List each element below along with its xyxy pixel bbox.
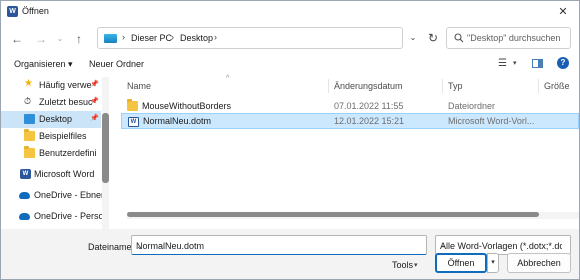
cancel-button[interactable]: Abbrechen xyxy=(507,253,571,273)
nav-item-label: Microsoft Word xyxy=(34,169,95,179)
column-divider[interactable] xyxy=(442,79,443,93)
column-divider[interactable] xyxy=(328,79,329,93)
nav-scrollbar-thumb[interactable] xyxy=(102,113,109,183)
file-list: ^ Name Änderungsdatum Typ Größe MouseWit… xyxy=(113,75,579,229)
organize-button[interactable]: Organisieren ▾ xyxy=(14,59,73,70)
search-box[interactable]: "Desktop" durchsuchen xyxy=(446,27,571,49)
nav-item-label: Desktop xyxy=(39,114,73,124)
recent-locations-button[interactable]: ⌄ xyxy=(52,31,68,47)
search-icon xyxy=(454,33,464,43)
file-type: Dateiordner xyxy=(448,101,496,111)
file-date: 12.01.2022 15:21 xyxy=(334,116,405,126)
chevron-right-icon[interactable]: › xyxy=(214,32,217,42)
horizontal-scrollbar-thumb[interactable] xyxy=(127,212,539,217)
file-type: Microsoft Word-Vorl... xyxy=(448,116,535,126)
nav-item-label: Benutzerdefini xyxy=(39,148,97,158)
nav-item-label: Häufig verwe xyxy=(39,80,92,90)
view-options-icon[interactable]: ☰ xyxy=(498,58,507,69)
breadcrumb-desktop[interactable]: Desktop xyxy=(180,33,213,43)
file-row-mousewithoutborders[interactable]: MouseWithoutBorders 07.01.2022 11:55 Dat… xyxy=(121,98,579,114)
sort-caret-icon: ^ xyxy=(226,75,230,82)
column-header-type[interactable]: Typ xyxy=(448,81,463,91)
address-bar[interactable]: › Dieser PC › Desktop › xyxy=(97,27,403,49)
word-icon: W xyxy=(7,6,18,17)
forward-button[interactable]: → xyxy=(33,31,49,47)
breadcrumb-this-pc[interactable]: Dieser PC xyxy=(131,33,172,43)
new-folder-button[interactable]: Neuer Ordner xyxy=(89,59,144,69)
nav-item-quick-access[interactable]: ★ Häufig verwe 📌 xyxy=(1,77,101,94)
nav-item-onedrive-ebner[interactable]: OneDrive - Ebner xyxy=(1,187,105,204)
file-name: MouseWithoutBorders xyxy=(142,101,232,111)
open-options-button[interactable]: ▾ xyxy=(487,253,499,273)
tools-button[interactable]: Tools xyxy=(392,260,413,270)
nav-item-beispielfiles[interactable]: Beispielfiles xyxy=(1,128,101,145)
open-dialog: W Öffnen ✕ ← → ⌄ ↑ › Dieser PC › Desktop… xyxy=(0,0,580,280)
nav-item-label: Beispielfiles xyxy=(39,131,87,141)
nav-item-custom[interactable]: Benutzerdefini xyxy=(1,145,101,162)
column-header-size[interactable]: Größe xyxy=(544,81,570,91)
nav-item-microsoft-word[interactable]: W Microsoft Word xyxy=(1,166,101,183)
navigation-pane: ★ Häufig verwe 📌 ⏱ Zuletzt besuc 📌 Deskt… xyxy=(1,77,111,229)
up-button[interactable]: ↑ xyxy=(71,31,87,47)
column-header-date[interactable]: Änderungsdatum xyxy=(334,81,403,91)
nav-item-label: OneDrive - Ebner xyxy=(34,190,105,200)
address-dropdown-button[interactable]: ⌄ xyxy=(404,27,422,49)
star-icon: ★ xyxy=(24,78,33,89)
filename-field[interactable]: NormalNeu.dotm ⌄ xyxy=(131,235,427,255)
pin-icon: 📌 xyxy=(90,81,99,88)
desktop-icon xyxy=(24,114,35,124)
nav-item-label: Zuletzt besuc xyxy=(39,97,93,107)
open-button[interactable]: Öffnen xyxy=(435,253,487,273)
column-divider[interactable] xyxy=(538,79,539,93)
refresh-button[interactable]: ↻ xyxy=(424,27,442,49)
pc-icon xyxy=(104,34,117,43)
filename-label: Dateiname: xyxy=(88,242,135,252)
file-type-filter[interactable]: Alle Word-Vorlagen (*.dotx;*.do ⌄ xyxy=(435,235,571,255)
word-template-icon xyxy=(128,117,139,127)
close-button[interactable]: ✕ xyxy=(555,4,571,20)
pin-icon: 📌 xyxy=(90,98,99,105)
pin-icon: 📌 xyxy=(90,115,99,122)
window-title: Öffnen xyxy=(22,6,49,16)
file-date: 07.01.2022 11:55 xyxy=(334,101,404,111)
chevron-down-icon[interactable]: ▾ xyxy=(414,261,418,269)
search-placeholder: "Desktop" durchsuchen xyxy=(467,33,561,43)
title-bar: W Öffnen ✕ xyxy=(1,1,579,23)
word-icon: W xyxy=(20,169,31,179)
cloud-icon xyxy=(19,192,30,199)
nav-item-desktop[interactable]: Desktop 📌 xyxy=(1,111,101,128)
nav-item-recent[interactable]: ⏱ Zuletzt besuc 📌 xyxy=(1,94,101,111)
chevron-right-icon[interactable]: › xyxy=(171,32,174,42)
command-bar: Organisieren ▾ Neuer Ordner ☰ ▾ ? xyxy=(1,56,579,74)
nav-item-onedrive-personal[interactable]: OneDrive - Persor xyxy=(1,208,107,225)
file-row-normalneu[interactable]: NormalNeu.dotm 12.01.2022 15:21 Microsof… xyxy=(121,113,579,129)
back-button[interactable]: ← xyxy=(9,31,25,47)
file-name: NormalNeu.dotm xyxy=(143,116,212,126)
chevron-down-icon[interactable]: ⌄ xyxy=(440,241,568,249)
help-icon[interactable]: ? xyxy=(557,57,569,69)
chevron-down-icon[interactable]: ▾ xyxy=(513,59,517,67)
nav-item-label: OneDrive - Persor xyxy=(34,211,107,221)
folder-icon xyxy=(127,99,138,111)
clock-icon: ⏱ xyxy=(24,96,32,106)
chevron-right-icon[interactable]: › xyxy=(122,32,125,42)
folder-icon xyxy=(24,129,35,141)
cloud-icon xyxy=(19,213,30,220)
preview-pane-icon[interactable] xyxy=(532,59,543,68)
column-header-name[interactable]: Name xyxy=(127,81,151,91)
chevron-down-icon[interactable]: ⌄ xyxy=(136,241,423,252)
folder-icon xyxy=(24,146,35,158)
